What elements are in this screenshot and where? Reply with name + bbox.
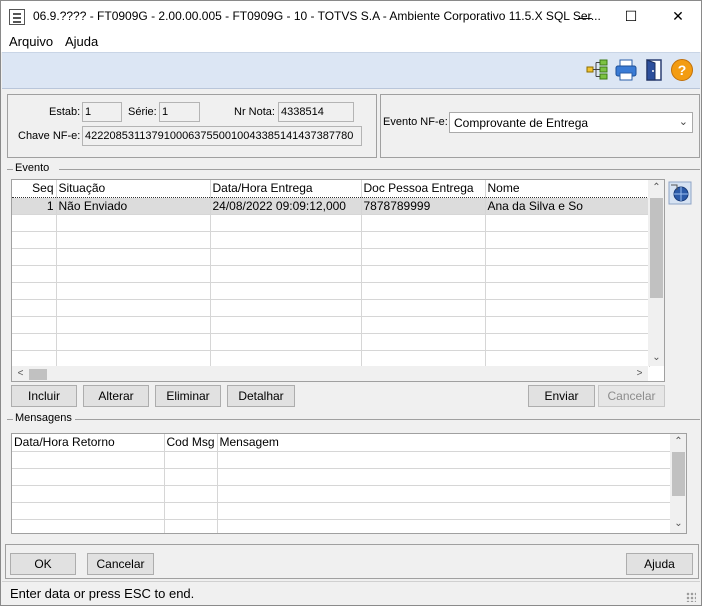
toolbar: ? xyxy=(2,52,700,89)
col-nome[interactable]: Nome xyxy=(485,180,650,197)
printer-icon[interactable] xyxy=(614,58,638,82)
alterar-button[interactable]: Alterar xyxy=(83,385,149,407)
ok-button[interactable]: OK xyxy=(10,553,76,575)
empty-row[interactable] xyxy=(12,332,650,350)
empty-row[interactable] xyxy=(12,315,650,333)
cell-situacao: Não Enviado xyxy=(56,196,211,215)
chevron-down-icon: ⌄ xyxy=(678,116,688,128)
col-data-hora-entrega[interactable]: Data/Hora Entrega xyxy=(210,180,362,197)
resize-grip-icon[interactable] xyxy=(686,592,696,602)
col-doc-pessoa-entrega[interactable]: Doc Pessoa Entrega xyxy=(361,180,486,197)
col-data-hora-retorno[interactable]: Data/Hora Retorno xyxy=(12,434,165,451)
mensagens-grid: Data/Hora Retorno Cod Msg Mensagem ⌃ ⌄ xyxy=(11,433,687,534)
scroll-thumb[interactable] xyxy=(672,452,685,496)
col-mensagem[interactable]: Mensagem xyxy=(217,434,672,451)
evento-vertical-scrollbar[interactable]: ⌃ ⌄ xyxy=(648,180,664,366)
evento-grid: Seq Situação Data/Hora Entrega Doc Pesso… xyxy=(11,179,665,382)
col-seq[interactable]: Seq xyxy=(12,180,57,197)
serie-field[interactable]: 1 xyxy=(159,102,200,122)
svg-text:?: ? xyxy=(678,62,687,78)
help-icon[interactable]: ? xyxy=(670,58,694,82)
menu-ajuda[interactable]: Ajuda xyxy=(65,34,98,49)
evento-nfe-select[interactable]: Comprovante de Entrega ⌄ xyxy=(449,112,693,133)
cell-seq: 1 xyxy=(12,196,57,215)
ajuda-button[interactable]: Ajuda xyxy=(626,553,693,575)
scroll-down-icon[interactable]: ⌄ xyxy=(648,352,664,363)
title-bar: 06.9.???? - FT0909G - 2.00.00.005 - FT09… xyxy=(1,1,701,32)
col-cod-msg[interactable]: Cod Msg xyxy=(164,434,218,451)
empty-row[interactable] xyxy=(12,518,672,533)
nr-nota-field[interactable]: 4338514 xyxy=(278,102,354,122)
maximize-button[interactable]: ☐ xyxy=(608,1,654,32)
app-icon xyxy=(9,9,25,25)
empty-row[interactable] xyxy=(12,230,650,248)
table-row[interactable]: 1 Não Enviado 24/08/2022 09:09:12,000 78… xyxy=(12,196,650,215)
detalhar-button[interactable]: Detalhar xyxy=(227,385,295,407)
cancel-button[interactable]: Cancelar xyxy=(87,553,154,575)
mensagens-group-line-right xyxy=(75,419,700,420)
evento-nfe-label: Evento NF-e: xyxy=(383,116,448,128)
estab-field[interactable]: 1 xyxy=(82,102,122,122)
empty-row[interactable] xyxy=(12,213,650,231)
evento-horizontal-scrollbar[interactable]: < > xyxy=(12,366,648,381)
cell-nome: Ana da Silva e So xyxy=(485,196,650,215)
nr-nota-label: Nr Nota: xyxy=(234,106,275,118)
cell-doc-pessoa: 7878789999 xyxy=(361,196,486,215)
exit-door-icon[interactable] xyxy=(643,58,667,82)
enviar-button[interactable]: Enviar xyxy=(528,385,595,407)
evento-nfe-value: Comprovante de Entrega xyxy=(454,116,589,130)
serie-label: Série: xyxy=(128,106,157,118)
eliminar-button[interactable]: Eliminar xyxy=(155,385,221,407)
empty-row[interactable] xyxy=(12,264,650,282)
window-title: 06.9.???? - FT0909G - 2.00.00.005 - FT09… xyxy=(33,9,601,23)
status-bar: Enter data or press ESC to end. xyxy=(2,581,700,605)
empty-row[interactable] xyxy=(12,450,672,468)
app-window: 06.9.???? - FT0909G - 2.00.00.005 - FT09… xyxy=(0,0,702,606)
empty-row[interactable] xyxy=(12,349,650,367)
estab-label: Estab: xyxy=(49,106,81,118)
chave-nfe-label: Chave NF-e: xyxy=(18,130,81,142)
scroll-down-icon[interactable]: ⌄ xyxy=(670,518,686,529)
evento-grid-header: Seq Situação Data/Hora Entrega Doc Pesso… xyxy=(12,180,650,197)
menu-bar: Arquivo Ajuda xyxy=(1,32,701,52)
mensagens-grid-header: Data/Hora Retorno Cod Msg Mensagem xyxy=(12,434,672,451)
empty-row[interactable] xyxy=(12,247,650,265)
mensagens-group-title: Mensagens xyxy=(13,412,74,424)
incluir-button[interactable]: Incluir xyxy=(11,385,77,407)
chave-nfe-field[interactable]: 4222085311379100063755001004338514143738… xyxy=(82,126,362,146)
cancelar-evento-button[interactable]: Cancelar xyxy=(598,385,665,407)
menu-arquivo[interactable]: Arquivo xyxy=(9,34,53,49)
hscroll-thumb[interactable] xyxy=(29,369,47,380)
tree-icon[interactable] xyxy=(585,58,609,82)
scroll-up-icon[interactable]: ⌃ xyxy=(648,182,664,193)
export-globe-icon[interactable] xyxy=(668,181,692,205)
mensagens-vertical-scrollbar[interactable]: ⌃ ⌄ xyxy=(670,434,686,533)
empty-row[interactable] xyxy=(12,467,672,485)
cell-data-hora: 24/08/2022 09:09:12,000 xyxy=(210,196,362,215)
scroll-thumb[interactable] xyxy=(650,198,663,298)
status-text: Enter data or press ESC to end. xyxy=(10,586,195,601)
evento-group-title: Evento xyxy=(13,162,52,174)
empty-row[interactable] xyxy=(12,484,672,502)
col-situacao[interactable]: Situação xyxy=(56,180,211,197)
empty-row[interactable] xyxy=(12,501,672,519)
scroll-up-icon[interactable]: ⌃ xyxy=(670,436,686,447)
empty-row[interactable] xyxy=(12,281,650,299)
minimize-button[interactable]: — xyxy=(562,1,608,32)
empty-row[interactable] xyxy=(12,298,650,316)
close-button[interactable]: ✕ xyxy=(655,1,701,32)
scroll-right-icon[interactable]: > xyxy=(631,368,648,379)
evento-group-line-right xyxy=(59,169,700,170)
scroll-left-icon[interactable]: < xyxy=(12,368,29,379)
